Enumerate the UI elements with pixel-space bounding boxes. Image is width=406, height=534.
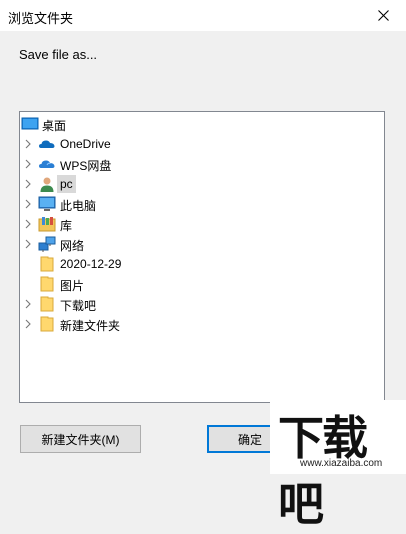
tree-item-pc[interactable]: pc — [20, 174, 384, 194]
folder-icon — [40, 316, 54, 332]
folder-tree[interactable]: 桌面 OneDrive WPS网盘 pc 此电脑 库 网络 2020-12-29… — [19, 111, 385, 403]
tree-item-label: 新建文件夹 — [60, 319, 121, 333]
tree-item-wps-cloud[interactable]: WPS网盘 — [20, 154, 384, 174]
library-icon — [38, 217, 56, 232]
chevron-right-icon — [25, 179, 31, 189]
desktop-icon — [21, 117, 39, 130]
folder-icon — [40, 276, 54, 292]
chevron-right-icon — [25, 219, 31, 229]
tree-item-label: 2020-12-29 — [60, 257, 122, 271]
tree-item-this-pc[interactable]: 此电脑 — [20, 194, 384, 214]
tree-item-desktop[interactable]: 桌面 — [20, 114, 384, 134]
tree-item-label: WPS网盘 — [60, 159, 112, 173]
tree-item-label: 下载吧 — [60, 299, 97, 313]
tree-item-label: 网络 — [60, 239, 85, 253]
new-folder-button[interactable]: 新建文件夹(M) — [20, 425, 141, 453]
chevron-right-icon — [25, 299, 31, 309]
close-icon — [377, 10, 389, 21]
cloud-icon — [39, 140, 55, 148]
tree-item-folder-xiazaiba[interactable]: 下载吧 — [20, 294, 384, 314]
folder-icon — [40, 296, 54, 312]
user-icon — [40, 177, 54, 192]
tree-item-folder-2020-12-29[interactable]: 2020-12-29 — [20, 254, 384, 274]
network-icon — [38, 236, 56, 252]
chevron-right-icon — [25, 159, 31, 169]
chevron-right-icon — [25, 139, 31, 149]
tree-item-network[interactable]: 网络 — [20, 234, 384, 254]
tree-item-label: 图片 — [60, 279, 85, 293]
window-title: 浏览文件夹 — [8, 11, 74, 26]
tree-item-label: 库 — [60, 219, 73, 233]
dialog-prompt: Save file as... — [19, 47, 98, 62]
tree-item-onedrive[interactable]: OneDrive — [20, 134, 384, 154]
folder-icon — [40, 256, 54, 272]
tree-item-library[interactable]: 库 — [20, 214, 384, 234]
computer-icon — [38, 196, 56, 211]
tree-item-label: 桌面 — [42, 119, 67, 133]
tree-item-label: pc — [57, 175, 76, 193]
chevron-right-icon — [25, 199, 31, 209]
title-bar: 浏览文件夹 — [0, 0, 406, 31]
watermark-logo: 下载吧 www.xiazaiba.com — [270, 400, 406, 531]
tree-item-folder-pictures[interactable]: 图片 — [20, 274, 384, 294]
chevron-right-icon — [25, 319, 31, 329]
tree-item-folder-new-folder[interactable]: 新建文件夹 — [20, 314, 384, 334]
tree-item-label: 此电脑 — [60, 199, 97, 213]
watermark-url: www.xiazaiba.com — [300, 458, 383, 469]
cloud-icon — [39, 160, 55, 168]
close-button[interactable] — [360, 0, 406, 31]
tree-item-label: OneDrive — [60, 137, 111, 151]
chevron-right-icon — [25, 239, 31, 249]
